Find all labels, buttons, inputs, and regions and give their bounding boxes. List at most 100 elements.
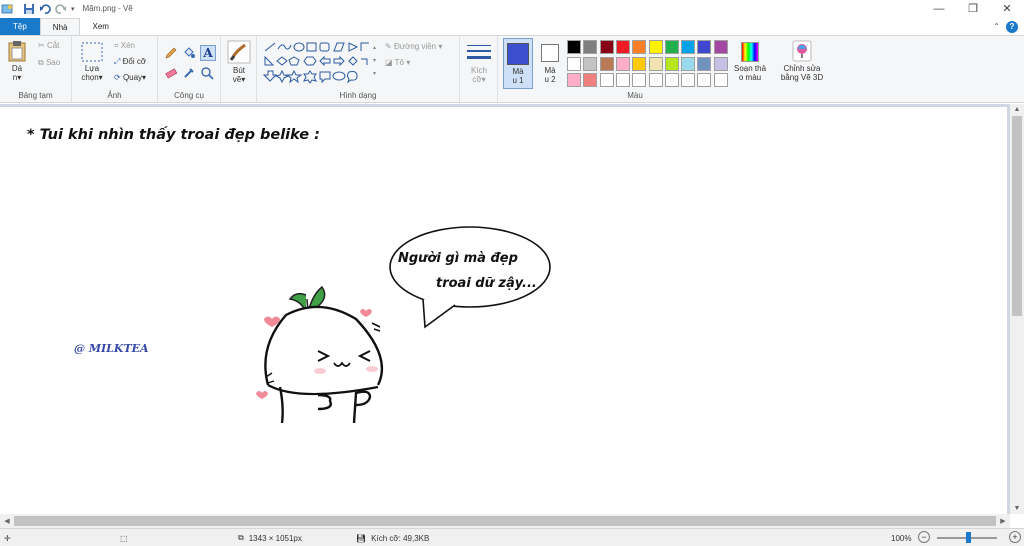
vertical-scrollbar[interactable]: ▲ ▼: [1010, 104, 1024, 514]
color-swatch[interactable]: [567, 73, 581, 87]
select-button[interactable]: Lựa chọn▾: [78, 42, 106, 82]
zoom-out-icon[interactable]: −: [918, 531, 930, 543]
color-swatch[interactable]: [599, 56, 614, 71]
color-swatch[interactable]: [713, 73, 728, 87]
color1-swatch: [507, 43, 529, 65]
color-swatch[interactable]: [713, 40, 728, 54]
color-swatch[interactable]: [567, 56, 581, 71]
shapes-group-label: Hình dạng: [339, 91, 377, 100]
color-swatch[interactable]: [632, 40, 647, 54]
crop-label: Xén: [120, 41, 135, 51]
help-icon[interactable]: ?: [1006, 20, 1018, 33]
color-swatch[interactable]: [713, 56, 728, 71]
shapes-group: ▴ ▾ ▾ ✎ Đường viền ▾ ◪ Tô ▾ Hình dạng: [257, 36, 460, 102]
color-swatch[interactable]: [599, 73, 614, 87]
color-picker-icon[interactable]: [182, 66, 196, 80]
color-swatch[interactable]: [648, 73, 663, 87]
customize-qat-icon[interactable]: ▾: [71, 5, 75, 13]
color-swatch[interactable]: [697, 40, 712, 54]
pencil-icon[interactable]: [164, 46, 178, 60]
color-swatch[interactable]: [697, 56, 712, 71]
tab-view[interactable]: Xem: [80, 18, 120, 35]
paste-button[interactable]: Dá n▾: [4, 40, 30, 88]
minimize-button[interactable]: —: [922, 0, 956, 17]
paint3d-icon: [792, 40, 812, 62]
color-swatch[interactable]: [567, 40, 581, 54]
cut-button[interactable]: ✂ Cắt: [38, 41, 59, 50]
rotate-button[interactable]: ⟳ Quay▾: [114, 73, 146, 82]
copy-icon: ⧉: [38, 58, 44, 67]
color-swatch[interactable]: [583, 40, 598, 54]
color1-button[interactable]: Mà u 1: [503, 38, 533, 89]
ribbon: Dá n▾ ✂ Cắt ⧉ Sao Bảng tạm Lựa chọn▾ ⌗ X…: [0, 35, 1024, 103]
eraser-icon[interactable]: [164, 66, 178, 80]
tab-home[interactable]: Nhà: [39, 18, 81, 35]
paint3d-label: Chỉnh sửa bằng Vẽ 3D: [780, 64, 824, 82]
color-swatch[interactable]: [599, 40, 614, 54]
scroll-up-icon[interactable]: ▲: [1010, 104, 1024, 115]
brushes-button[interactable]: Bút vẽ▾: [225, 40, 253, 84]
zoom-slider-thumb[interactable]: [966, 532, 971, 543]
scroll-left-icon[interactable]: ◀: [0, 514, 14, 528]
tab-file[interactable]: Tệp: [0, 18, 40, 35]
color-swatch[interactable]: [632, 56, 647, 71]
color-swatch[interactable]: [632, 73, 647, 87]
brushes-label: Bút vẽ▾: [232, 66, 246, 84]
zoom-level: 100%: [891, 529, 911, 546]
scroll-right-icon[interactable]: ▶: [996, 514, 1010, 528]
color-swatch[interactable]: [681, 40, 696, 54]
undo-icon[interactable]: [39, 3, 51, 15]
color-swatch[interactable]: [615, 40, 630, 54]
color2-button[interactable]: Mà u 2: [536, 38, 564, 89]
fill-label: Tô ▾: [394, 58, 411, 67]
outline-button[interactable]: ✎ Đường viền ▾: [385, 42, 442, 51]
bubble-line-1: Người gì mà đẹp: [398, 251, 518, 266]
magnifier-icon[interactable]: [200, 66, 214, 80]
shapes-scroll[interactable]: ▴ ▾ ▾: [373, 42, 376, 81]
color-swatch[interactable]: [681, 56, 696, 71]
paint3d-button[interactable]: Chỉnh sửa bằng Vẽ 3D: [777, 40, 827, 82]
close-button[interactable]: ✕: [990, 0, 1024, 17]
size-button[interactable]: Kích cỡ▾: [464, 42, 494, 84]
ribbon-tabs: Tệp Nhà Xem ⌃ ?: [0, 18, 1024, 35]
color-swatch[interactable]: [583, 56, 598, 71]
crop-button[interactable]: ⌗ Xén: [114, 41, 135, 51]
restore-button[interactable]: ❐: [956, 0, 990, 17]
outline-icon: ✎: [385, 42, 392, 52]
color-swatch[interactable]: [583, 73, 598, 87]
horizontal-scrollbar[interactable]: ◀ ▶: [0, 514, 1010, 528]
horizontal-scroll-thumb[interactable]: [14, 516, 996, 526]
zoom-in-icon[interactable]: +: [1009, 531, 1021, 543]
color-swatch[interactable]: [648, 40, 663, 54]
collapse-ribbon-icon[interactable]: ⌃: [993, 22, 1000, 31]
paint-window: ▾ Mãm.png - Vẽ — ❐ ✕ Tệp Nhà Xem ⌃ ? Dá …: [0, 0, 1024, 546]
scroll-down-icon[interactable]: ▼: [1010, 503, 1024, 514]
color-swatch[interactable]: [615, 56, 630, 71]
color2-swatch: [541, 44, 559, 62]
paint-app-icon[interactable]: [1, 3, 15, 15]
zoom-text: 100%: [891, 533, 912, 543]
dimensions-icon: ⧉: [238, 533, 244, 542]
fill-shape-button[interactable]: ◪ Tô ▾: [385, 58, 410, 67]
color-swatch[interactable]: [664, 56, 679, 71]
save-icon[interactable]: [23, 3, 35, 15]
color-swatch[interactable]: [664, 73, 679, 87]
color-swatch[interactable]: [664, 40, 679, 54]
selection-icon: ⬚: [120, 533, 128, 543]
color-swatch[interactable]: [681, 73, 696, 87]
copy-button[interactable]: ⧉ Sao: [38, 58, 60, 68]
color1-label: Mà u 1: [512, 67, 524, 85]
resize-button[interactable]: ⤢ Đổi cỡ: [114, 57, 146, 67]
fill-icon[interactable]: [182, 46, 196, 60]
edit-colors-button[interactable]: Soạn thả o màu: [731, 40, 769, 82]
drawing-canvas[interactable]: * Tui khi nhìn thấy troai đẹp belike : @…: [0, 107, 1007, 514]
paste-label: Dá n▾: [11, 64, 23, 82]
colors-group-label: Màu: [627, 91, 643, 100]
color-swatch[interactable]: [697, 73, 712, 87]
color-swatch[interactable]: [615, 73, 630, 87]
redo-icon[interactable]: [55, 3, 67, 15]
vertical-scroll-thumb[interactable]: [1012, 116, 1022, 316]
color-swatch[interactable]: [648, 56, 663, 71]
text-tool-button[interactable]: A: [200, 45, 216, 61]
shapes-gallery[interactable]: [263, 41, 375, 87]
